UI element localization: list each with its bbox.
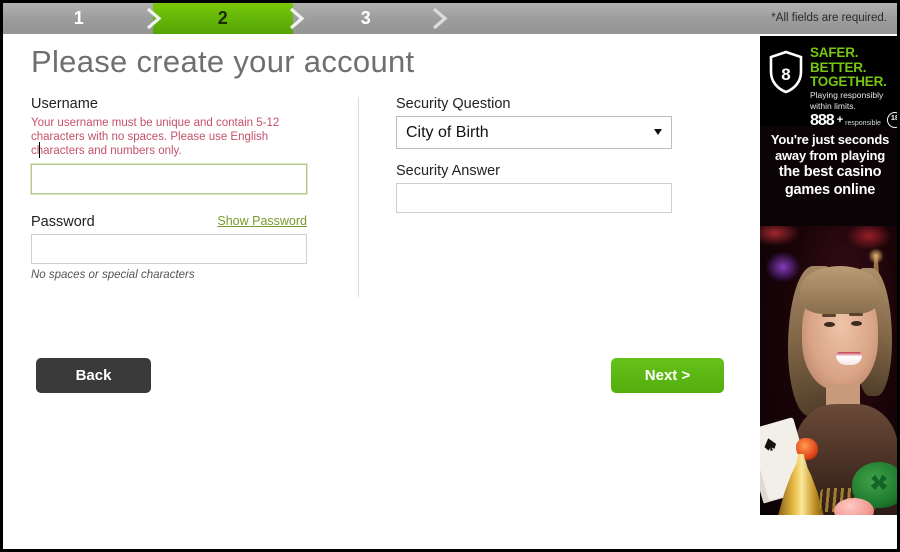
artwork-model-smile (836, 352, 862, 365)
brand-plus-label: + (836, 114, 844, 126)
step-chevron-1-icon (143, 7, 166, 30)
shield-8-icon: 8 (768, 50, 804, 94)
security-question-select-wrap[interactable]: City of Birth (396, 116, 672, 149)
promo-casino-artwork (760, 226, 897, 515)
brand-responsible-label: responsible (845, 120, 881, 127)
next-button[interactable]: Next > (611, 358, 724, 393)
artwork-model-hair-top (800, 266, 880, 314)
artwork-light-left (760, 226, 800, 246)
promo-slogan: SAFER. BETTER. TOGETHER. (810, 45, 887, 90)
security-question-label: Security Question (396, 96, 511, 112)
brand-888-label: 888 (810, 112, 835, 129)
promo-subtext: Playing responsibly within limits. (810, 90, 896, 111)
promo-subtext-line-1: Playing responsibly (810, 90, 884, 100)
security-answer-label: Security Answer (396, 163, 500, 179)
promo-subtext-line-2: within limits. (810, 100, 856, 111)
show-password-link[interactable]: Show Password (217, 214, 307, 228)
form-content-area: Please create your account Username Your… (6, 34, 758, 549)
page-title: Please create your account (31, 44, 415, 79)
security-answer-input[interactable] (396, 183, 672, 213)
promo-slogan-line-2: BETTER. (810, 59, 867, 75)
artwork-model-brow-left (822, 314, 836, 317)
promo-headline-line-1: You're just seconds (770, 132, 890, 147)
step-1-number[interactable]: 1 (41, 3, 117, 34)
responsible-gaming-logo: 888 + responsible 18 (810, 112, 897, 129)
promo-headline: You're just seconds away from playing th… (760, 132, 897, 199)
promo-banner[interactable]: 8 SAFER. BETTER. TOGETHER. Playing respo… (760, 36, 897, 515)
password-input[interactable] (31, 234, 307, 264)
promo-responsible-gaming-block: 8 SAFER. BETTER. TOGETHER. Playing respo… (760, 36, 897, 129)
promo-headline-line-2: away from playing (774, 148, 886, 163)
artwork-light-right (846, 226, 892, 250)
back-button[interactable]: Back (36, 358, 151, 393)
svg-text:8: 8 (781, 65, 790, 84)
step-chevron-2-icon (286, 7, 309, 30)
artwork-model-brow-right (849, 313, 863, 316)
registration-page: 1 2 3 *All fields are required. Please c… (0, 0, 900, 552)
password-label-row: Password Show Password (31, 214, 307, 234)
password-helper-note: No spaces or special characters (31, 269, 195, 281)
step-2-number[interactable]: 2 (185, 3, 261, 34)
step-chevron-3-icon (429, 7, 452, 30)
username-input[interactable] (31, 164, 307, 194)
username-label: Username (31, 96, 98, 112)
username-text-caret (39, 142, 40, 158)
promo-slogan-line-3: TOGETHER. (810, 74, 887, 89)
security-question-select[interactable]: City of Birth (396, 116, 672, 149)
username-error-message: Your username must be unique and contain… (31, 117, 280, 157)
age-18-badge-icon: 18 (886, 112, 897, 128)
registration-stepper: 1 2 3 *All fields are required. (3, 3, 897, 34)
promo-headline-line-4: games online (784, 181, 876, 198)
artwork-model-eye-right (851, 321, 862, 326)
column-divider (358, 97, 359, 297)
artwork-purple-glow (766, 252, 800, 282)
promo-slogan-line-1: SAFER. (810, 45, 859, 60)
promo-headline-line-3: the best casino (778, 164, 882, 180)
left-form-column: Username Your username must be unique an… (31, 96, 311, 281)
step-3-number[interactable]: 3 (328, 3, 404, 34)
right-form-column: Security Question City of Birth Security… (396, 96, 676, 213)
all-fields-required-note: *All fields are required. (771, 12, 887, 24)
artwork-model-eye-left (824, 322, 835, 327)
